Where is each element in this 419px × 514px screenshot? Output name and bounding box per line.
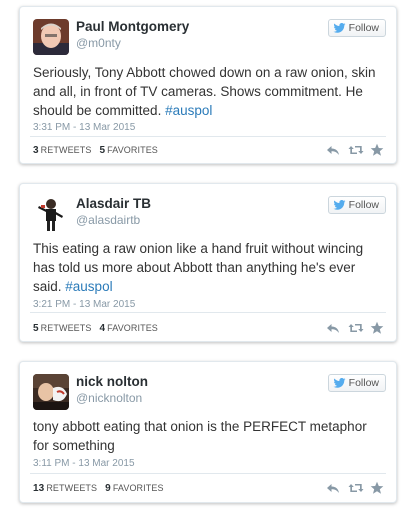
favorite-number: 5 [99,145,106,156]
avatar[interactable] [33,374,69,410]
tweet-header: Alasdair TB @alasdairtb Follow [33,196,386,232]
tweet-card: nick nolton @nicknolton Follow tony abbo… [19,361,397,503]
avatar[interactable] [33,196,69,232]
tweet-body: tony abbott eating that onion is the PER… [33,419,367,453]
reply-icon[interactable] [326,143,340,157]
tweet-card: Alasdair TB @alasdairtb Follow This eati… [19,183,397,342]
retweet-number: 13 [33,483,45,494]
display-name[interactable]: nick nolton [76,374,148,390]
hashtag-link[interactable]: #auspol [65,279,112,294]
tweet-timestamp[interactable]: 3:11 PM - 13 Mar 2015 [33,458,135,469]
twitter-bird-icon [333,23,346,33]
follow-button[interactable]: Follow [327,19,386,37]
tweet-timestamp[interactable]: 3:31 PM - 13 Mar 2015 [33,122,135,133]
display-name[interactable]: Alasdair TB [76,196,151,212]
divider [30,136,386,137]
retweet-label: RETWEETS [40,323,92,333]
favorite-label: FAVORITES [107,145,158,155]
tweet-header: nick nolton @nicknolton Follow [33,374,386,410]
favorite-number: 4 [99,323,106,334]
retweet-label: RETWEETS [40,145,92,155]
tweet-footer: 5 RETWEETS 4 FAVORITES [33,321,384,337]
tweet-actions [326,481,384,495]
retweet-icon[interactable] [348,143,364,157]
favorite-count[interactable]: 5 FAVORITES [99,145,157,156]
follow-button[interactable]: Follow [327,374,386,392]
retweet-count[interactable]: 3 RETWEETS [33,145,91,156]
tweet-stats: 5 RETWEETS 4 FAVORITES [33,323,158,334]
tweet-text: This eating a raw onion like a hand frui… [33,239,382,296]
tweet-timestamp[interactable]: 3:21 PM - 13 Mar 2015 [33,299,135,310]
tweet-header: Paul Montgomery @m0nty Follow [33,19,386,55]
twitter-bird-icon [333,200,346,210]
favorite-number: 9 [105,483,111,494]
divider [30,312,386,313]
favorite-label: FAVORITES [107,323,158,333]
twitter-bird-icon [333,378,346,388]
follow-label: Follow [348,199,379,211]
retweet-count[interactable]: 13 RETWEETS [33,483,97,494]
tweet-footer: 13 RETWEETS 9 FAVORITES [33,481,384,497]
tweet-actions [326,321,384,335]
retweet-icon[interactable] [348,481,364,495]
avatar[interactable] [33,19,69,55]
retweet-label: RETWEETS [46,483,98,493]
retweet-number: 5 [33,323,39,334]
follow-label: Follow [348,377,379,389]
retweet-count[interactable]: 5 RETWEETS [33,323,91,334]
star-icon[interactable] [370,481,384,495]
follow-label: Follow [348,22,379,34]
star-icon[interactable] [370,143,384,157]
tweet-text: Seriously, Tony Abbott chowed down on a … [33,63,382,120]
tweet-footer: 3 RETWEETS 5 FAVORITES [33,143,384,159]
tweet-text: tony abbott eating that onion is the PER… [33,417,382,455]
tweet-stats: 3 RETWEETS 5 FAVORITES [33,145,158,156]
favorite-label: FAVORITES [112,483,164,493]
user-handle[interactable]: @nicknolton [76,390,148,406]
hashtag-link[interactable]: #auspol [165,103,212,118]
retweet-icon[interactable] [348,321,364,335]
display-name[interactable]: Paul Montgomery [76,19,189,35]
tweet-card: Paul Montgomery @m0nty Follow Seriously,… [19,6,397,164]
star-icon[interactable] [370,321,384,335]
retweet-number: 3 [33,145,39,156]
divider [30,473,386,474]
favorite-count[interactable]: 9 FAVORITES [105,483,163,494]
tweet-actions [326,143,384,157]
follow-button[interactable]: Follow [327,196,386,214]
tweet-stats: 13 RETWEETS 9 FAVORITES [33,483,164,494]
reply-icon[interactable] [326,321,340,335]
reply-icon[interactable] [326,481,340,495]
user-handle[interactable]: @m0nty [76,35,189,51]
favorite-count[interactable]: 4 FAVORITES [99,323,157,334]
user-handle[interactable]: @alasdairtb [76,212,151,228]
